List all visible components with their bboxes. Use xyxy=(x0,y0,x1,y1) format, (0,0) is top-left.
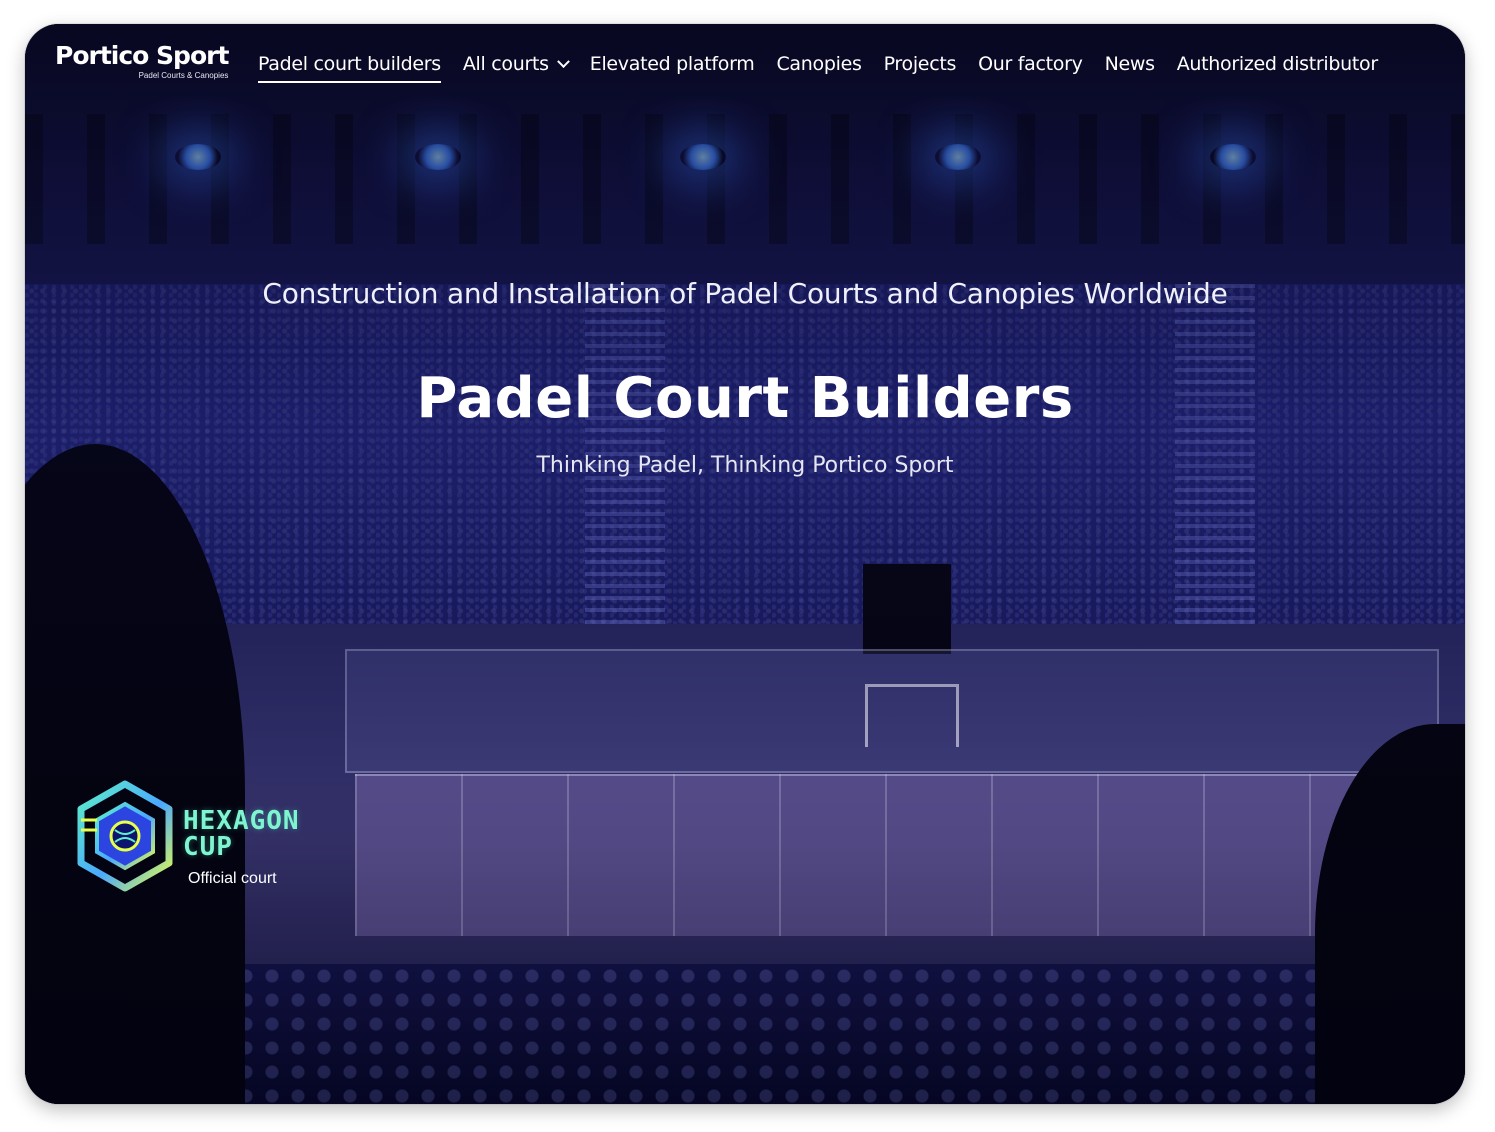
hero-title: Padel Court Builders xyxy=(416,366,1074,431)
nav-list: Padel court builders All courts Elevated… xyxy=(247,50,1389,83)
nav-item-canopies[interactable]: Canopies xyxy=(765,50,872,78)
nav-item-elevated-platform[interactable]: Elevated platform xyxy=(579,50,766,78)
nav-item-label: All courts xyxy=(462,53,549,75)
hero-subtitle: Thinking Padel, Thinking Portico Sport xyxy=(536,453,954,478)
arena-background-image xyxy=(25,24,1465,1104)
hero-section: Portico Sport Padel Courts & Canopies Pa… xyxy=(25,24,1465,1104)
chevron-down-icon xyxy=(556,54,570,68)
badge-title: HEXAGON CUP xyxy=(183,806,300,862)
hero-tagline: Construction and Installation of Padel C… xyxy=(262,277,1228,310)
nav-item-all-courts[interactable]: All courts xyxy=(452,50,579,78)
logo-tagline: Padel Courts & Canopies xyxy=(138,71,229,80)
portico-sport-logo[interactable]: Portico Sport Padel Courts & Canopies xyxy=(55,41,229,81)
nav-item-projects[interactable]: Projects xyxy=(873,50,968,78)
hexagon-cup-logo-icon xyxy=(77,780,173,892)
site-header: Portico Sport Padel Courts & Canopies Pa… xyxy=(25,24,1465,104)
badge-caption: Official court xyxy=(188,870,277,887)
hexagon-cup-badge: HEXAGON CUP Official court xyxy=(75,780,355,895)
nav-item-padel-court-builders[interactable]: Padel court builders xyxy=(247,50,452,83)
logo-wordmark: Portico Sport xyxy=(55,41,229,70)
nav-item-news[interactable]: News xyxy=(1094,50,1166,78)
nav-item-authorized-distributor[interactable]: Authorized distributor xyxy=(1166,50,1389,78)
nav-item-our-factory[interactable]: Our factory xyxy=(967,50,1093,78)
